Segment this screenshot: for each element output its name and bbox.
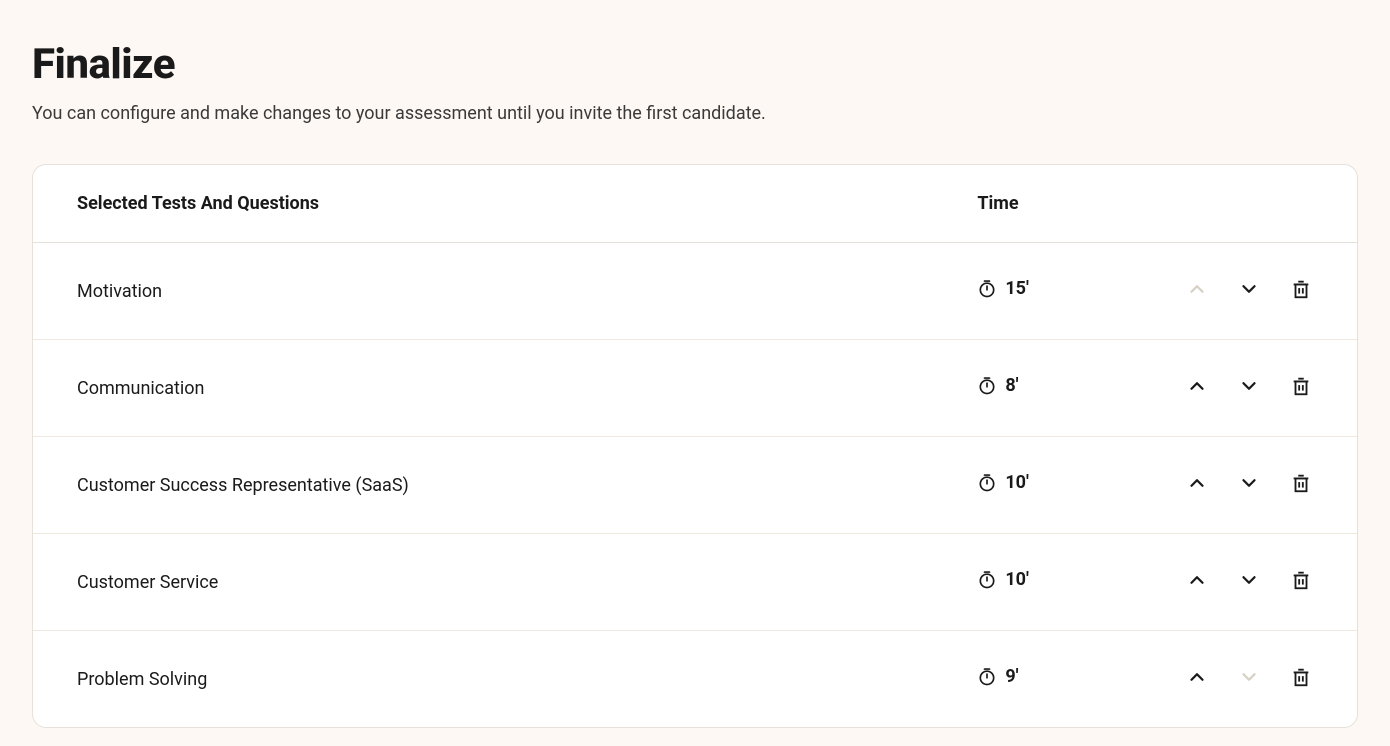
- test-name: Problem Solving: [33, 631, 933, 728]
- time-value: 10': [1005, 569, 1029, 590]
- page-title: Finalize: [32, 40, 1358, 89]
- delete-button[interactable]: [1289, 277, 1313, 301]
- header-time: Time: [933, 165, 1092, 243]
- move-down-button[interactable]: [1237, 568, 1261, 592]
- tests-table: Selected Tests And Questions Time Motiva…: [33, 165, 1357, 727]
- timer-icon: [977, 279, 997, 299]
- delete-button[interactable]: [1289, 471, 1313, 495]
- timer-icon: [977, 570, 997, 590]
- row-actions: [1092, 437, 1357, 534]
- timer-icon: [977, 667, 997, 687]
- table-row: Customer Service 10': [33, 534, 1357, 631]
- time-value: 9': [1005, 666, 1018, 687]
- delete-button[interactable]: [1289, 568, 1313, 592]
- move-down-button[interactable]: [1237, 374, 1261, 398]
- test-time: 9': [933, 631, 1092, 728]
- test-name: Customer Success Representative (SaaS): [33, 437, 933, 534]
- move-up-button[interactable]: [1185, 665, 1209, 689]
- delete-button[interactable]: [1289, 374, 1313, 398]
- time-value: 10': [1005, 472, 1029, 493]
- test-time: 10': [933, 534, 1092, 631]
- test-name: Customer Service: [33, 534, 933, 631]
- row-actions: [1092, 340, 1357, 437]
- delete-button[interactable]: [1289, 665, 1313, 689]
- table-row: Motivation 15': [33, 243, 1357, 340]
- test-name: Motivation: [33, 243, 933, 340]
- table-row: Communication 8': [33, 340, 1357, 437]
- timer-icon: [977, 473, 997, 493]
- timer-icon: [977, 376, 997, 396]
- page-subtitle: You can configure and make changes to yo…: [32, 103, 1358, 124]
- move-down-button[interactable]: [1237, 277, 1261, 301]
- move-up-button[interactable]: [1185, 471, 1209, 495]
- move-down-button[interactable]: [1237, 471, 1261, 495]
- header-name: Selected Tests And Questions: [33, 165, 933, 243]
- time-value: 8': [1005, 375, 1018, 396]
- move-up-button: [1185, 277, 1209, 301]
- test-time: 15': [933, 243, 1092, 340]
- row-actions: [1092, 534, 1357, 631]
- header-actions: [1092, 165, 1357, 243]
- row-actions: [1092, 243, 1357, 340]
- move-down-button: [1237, 665, 1261, 689]
- tests-card: Selected Tests And Questions Time Motiva…: [32, 164, 1358, 728]
- test-time: 10': [933, 437, 1092, 534]
- test-time: 8': [933, 340, 1092, 437]
- move-up-button[interactable]: [1185, 374, 1209, 398]
- table-row: Problem Solving 9': [33, 631, 1357, 728]
- table-row: Customer Success Representative (SaaS) 10…: [33, 437, 1357, 534]
- test-name: Communication: [33, 340, 933, 437]
- move-up-button[interactable]: [1185, 568, 1209, 592]
- time-value: 15': [1005, 278, 1029, 299]
- row-actions: [1092, 631, 1357, 728]
